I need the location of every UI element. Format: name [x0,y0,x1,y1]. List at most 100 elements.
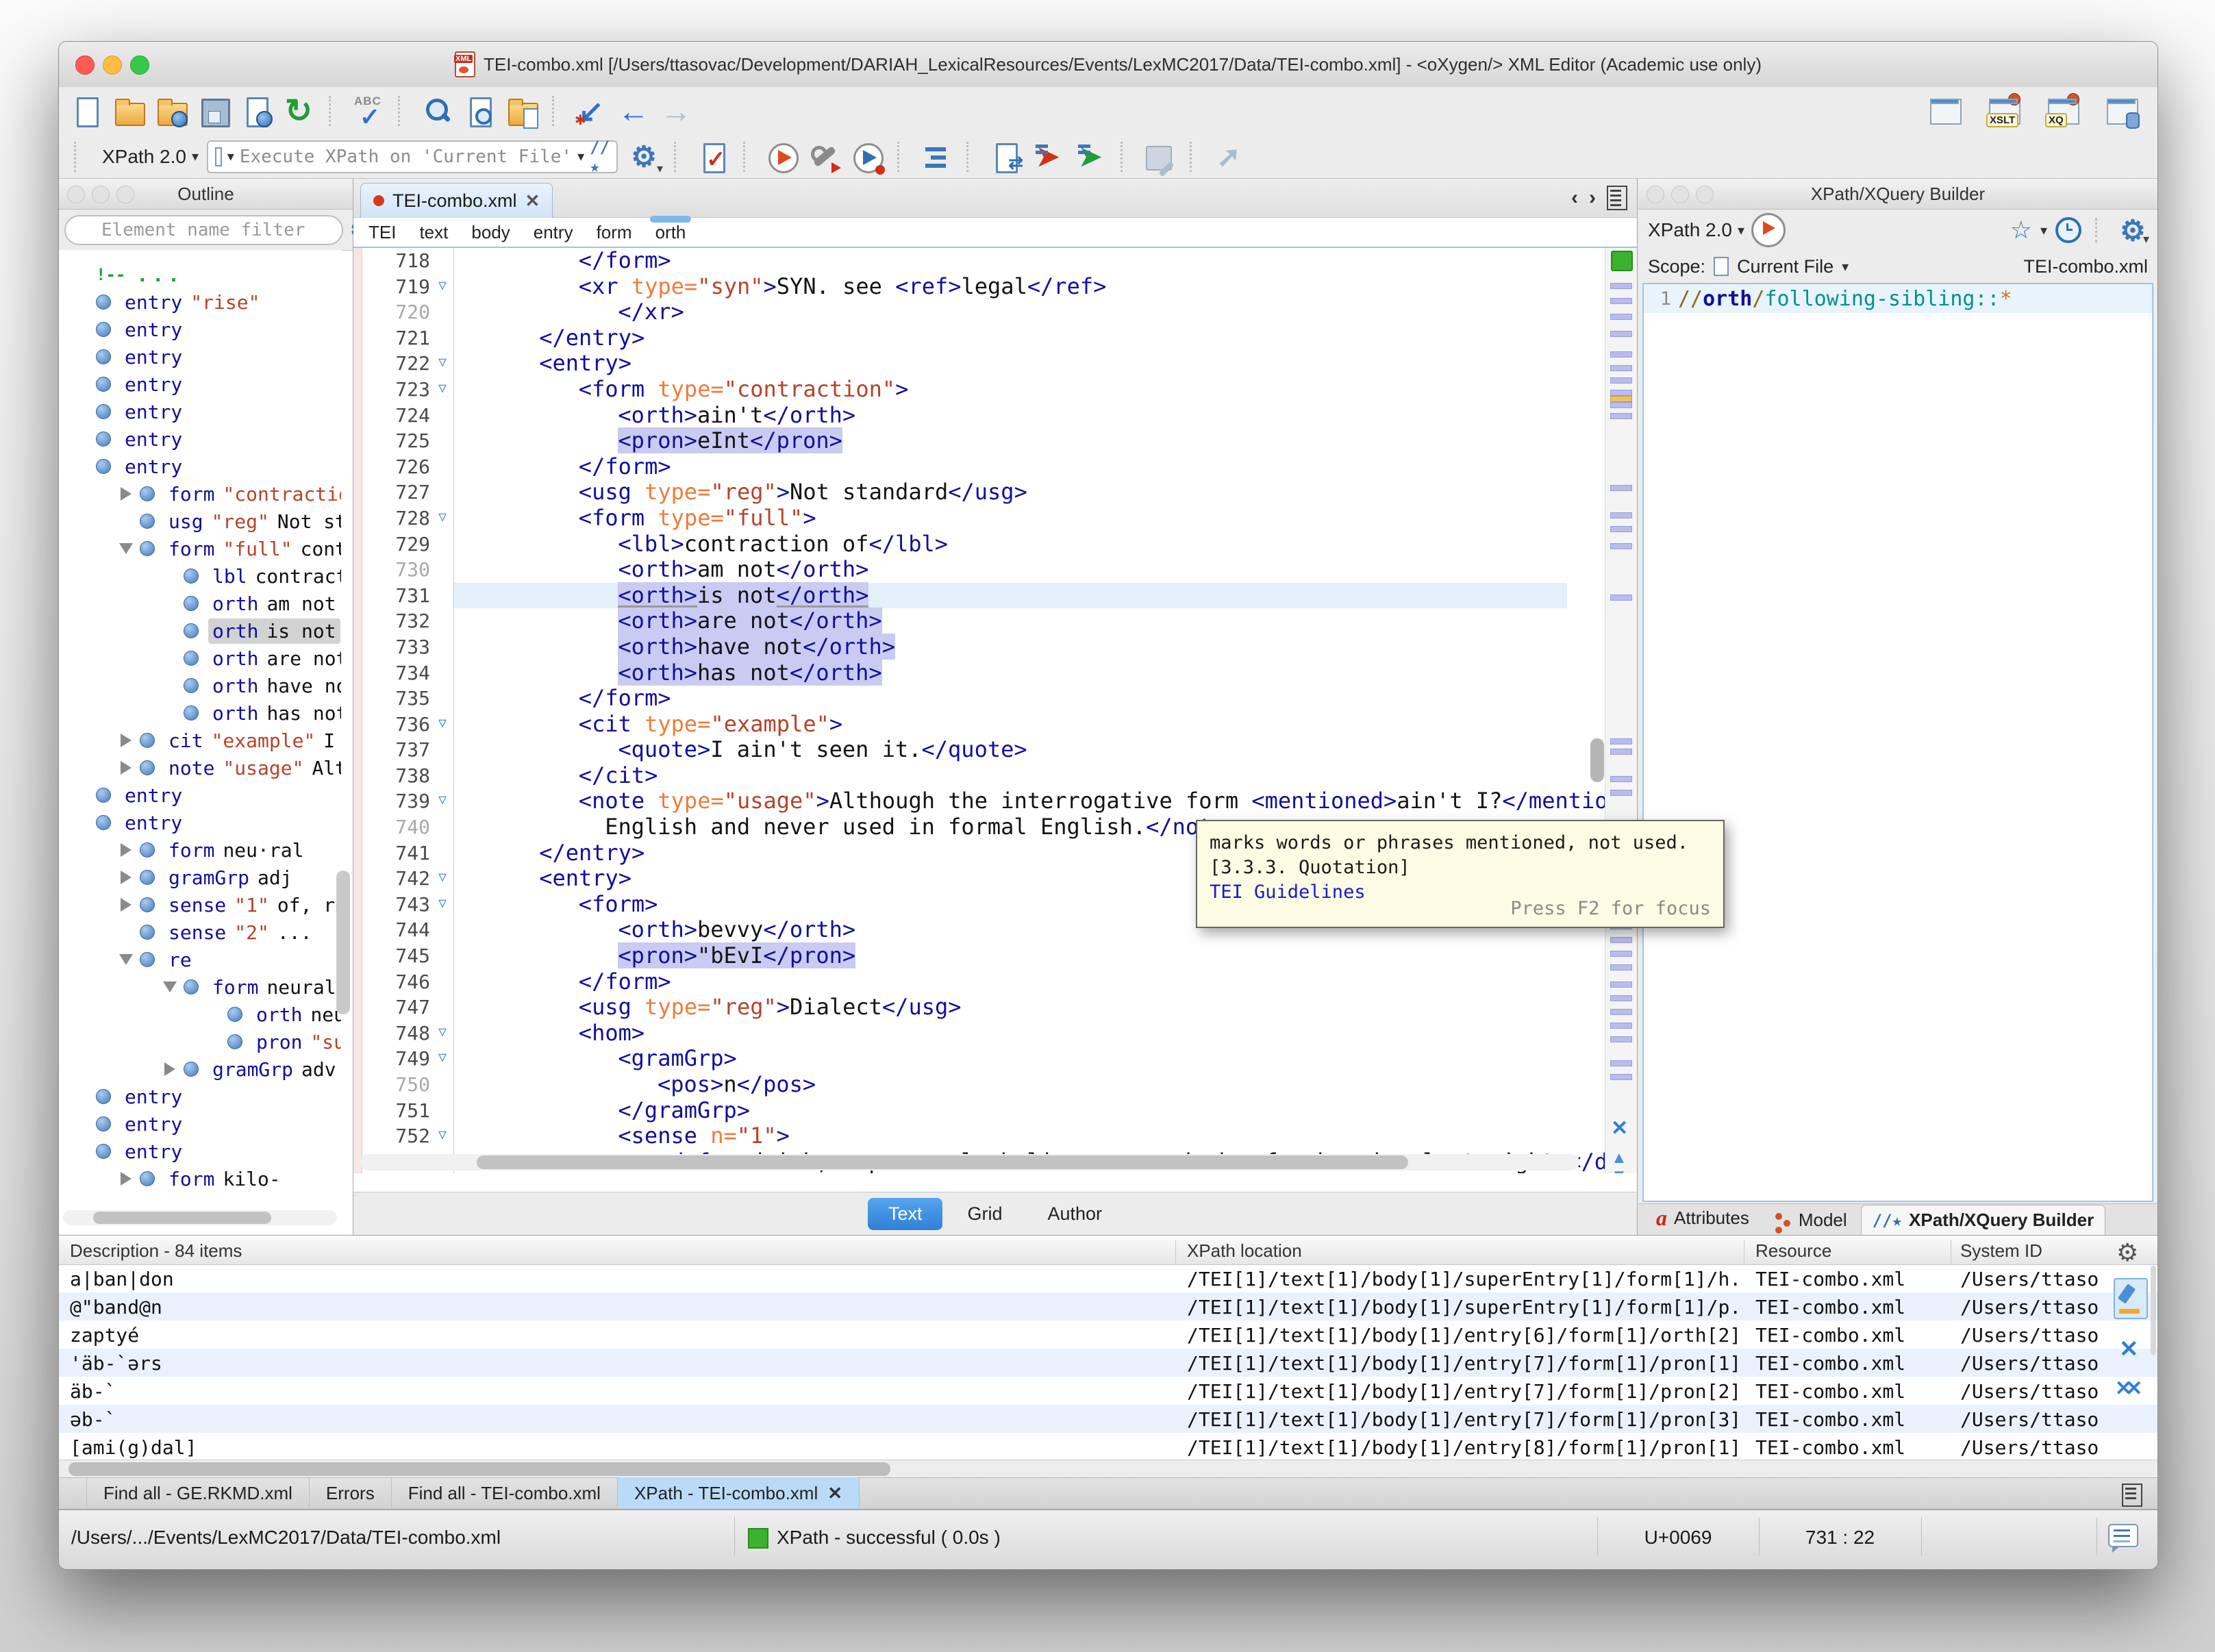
outline-row-form[interactable]: formneurally [59,973,341,1001]
previous-editor-icon[interactable]: ‹ [1571,186,1578,210]
expand-arrow-icon[interactable] [156,981,184,992]
result-marker[interactable] [1610,1009,1632,1015]
expand-arrow-icon[interactable] [112,843,140,857]
result-marker[interactable] [1610,526,1632,532]
configure-transformation-icon[interactable] [807,139,842,175]
result-marker[interactable] [1610,595,1632,601]
find-resource-icon[interactable] [504,93,540,129]
code-line[interactable]: 738</cit> [353,763,1567,789]
outline-row-form[interactable]: formkilo- [59,1165,341,1192]
xpath-expression-combo[interactable]: ▾ Execute XPath on 'Current File' ▾ //★ [207,140,618,173]
validation-ok-icon[interactable] [1611,251,1633,271]
breadcrumb-item-entry[interactable]: entry [534,222,573,243]
expand-arrow-icon[interactable] [112,871,140,884]
expand-arrow-icon[interactable] [112,487,140,501]
debug-transformation-icon[interactable] [849,139,885,175]
result-row[interactable]: 'äb-`ərs/TEI[1]/text[1]/body[1]/entry[7]… [59,1349,2157,1377]
outline-row-entry[interactable]: entry [59,398,341,425]
outline-row-sense[interactable]: sense"2"... [59,918,341,946]
outline-row-orth[interactable]: orthis not [59,617,341,644]
results-vertical-scrollbar[interactable] [2151,1266,2156,1355]
outline-row-entry[interactable]: entry [59,371,341,398]
expand-arrow-icon[interactable] [112,954,140,965]
results-horizontal-scrollbar[interactable] [59,1460,2157,1478]
outline-row-re[interactable]: re [59,946,341,973]
open-folder-icon[interactable] [111,93,147,129]
result-marker[interactable] [1610,512,1632,518]
close-tab-icon[interactable]: ✕ [827,1483,842,1504]
outline-row-entry[interactable]: entry [59,1110,341,1138]
outline-row-orth[interactable]: orthneural [59,1001,341,1028]
outline-row-orth[interactable]: orthhas not [59,699,341,727]
outline-row-entry[interactable]: entry [59,1138,341,1165]
fold-toggle-icon[interactable]: ▽ [433,710,452,736]
outline-row-entry[interactable]: entry [59,1083,341,1110]
result-marker[interactable] [1610,776,1632,782]
result-row[interactable]: [ami(g)dal]/TEI[1]/text[1]/body[1]/entry… [59,1433,2157,1460]
code-line[interactable]: 750<pos>n</pos> [353,1072,1567,1098]
scope-value[interactable]: Current File [1737,256,1834,277]
bottom-tab-xpath-tei-combo-xml[interactable]: XPath - TEI-combo.xml✕ [618,1477,860,1510]
new-document-icon[interactable] [68,93,104,129]
code-line[interactable]: 739▽<note type="usage">Although the inte… [353,788,1567,814]
outline-row-usg[interactable]: usg"reg"Not standard [59,508,341,535]
builder-settings-gear-icon[interactable]: ⚙ [2118,215,2148,245]
result-marker[interactable] [1610,995,1632,1001]
code-line[interactable]: 735</form> [353,686,1567,712]
outline-row-entry[interactable]: entry [59,343,341,371]
result-marker[interactable] [1610,790,1632,796]
result-marker[interactable] [1610,749,1632,755]
breadcrumb-item-body[interactable]: body [471,222,510,243]
code-line[interactable]: 731<orth>is not</orth> [353,583,1567,609]
overview-ruler[interactable]: ✕ ▲▼ [1605,248,1637,1173]
views-list-icon[interactable] [2122,1484,2142,1507]
chevron-down-icon[interactable]: ▾ [2040,222,2047,239]
code-line[interactable]: 737<quote>I ain't seen it.</quote> [353,737,1567,763]
highlight-results-icon[interactable] [2114,1278,2148,1319]
code-line[interactable]: 726</form> [353,454,1567,480]
bottom-tab-find-all-ge-rkmd-xml[interactable]: Find all - GE.RKMD.xml [86,1477,310,1510]
result-row[interactable]: @"band@n/TEI[1]/text[1]/body[1]/superEnt… [59,1292,2157,1321]
code-line[interactable]: 728▽<form type="full"> [353,505,1567,531]
ruler-navigation-icons[interactable]: ▲▼ [1611,1149,1627,1173]
promote-red-icon[interactable]: ➤ [1030,139,1066,175]
code-line[interactable]: 733<orth>have not</orth> [353,634,1567,660]
outline-comment-row[interactable]: !--... [59,261,341,288]
outline-row-gramGrp[interactable]: gramGrpadv [59,1055,341,1083]
code-line[interactable]: 746</form> [353,969,1567,995]
result-marker[interactable] [1610,413,1632,419]
fold-toggle-icon[interactable]: ▽ [433,1122,452,1148]
chevron-down-icon[interactable]: ▾ [1842,258,1849,275]
find-in-files-icon[interactable] [462,93,497,129]
book-edit-icon[interactable] [1142,139,1177,175]
promote-green-icon[interactable]: ➤ [1073,139,1108,175]
result-marker[interactable] [1610,351,1632,358]
expand-arrow-icon[interactable] [156,1062,184,1076]
fold-toggle-icon[interactable]: ▽ [433,273,452,299]
outline-horizontal-scrollbar[interactable] [63,1210,337,1225]
execute-xpath-button[interactable] [1751,213,1786,247]
code-line[interactable]: 719▽<xr type="syn">SYN. see <ref>legal</… [353,274,1567,300]
code-line[interactable]: 720</xr> [353,299,1567,325]
code-line[interactable]: 752▽<sense n="1"> [353,1123,1567,1149]
result-marker[interactable] [1610,377,1632,384]
code-line[interactable]: 751</gramGrp> [353,1098,1567,1124]
fold-toggle-icon[interactable]: ▽ [433,864,452,890]
code-line[interactable]: 747<usg type="reg">Dialect</usg> [353,994,1567,1021]
result-marker[interactable] [1610,331,1632,337]
outline-row-orth[interactable]: orthare not [59,644,341,672]
code-line[interactable]: 724<orth>ain't</orth> [353,403,1567,429]
result-marker[interactable] [1610,365,1632,371]
expand-arrow-icon[interactable] [112,543,140,554]
result-marker[interactable] [1610,485,1632,491]
code-line[interactable]: 721</entry> [353,325,1567,351]
reload-icon[interactable]: ↻ [281,93,316,129]
fold-toggle-icon[interactable]: ▽ [433,504,452,530]
clear-highlights-icon[interactable]: ✕ [1611,1116,1628,1140]
outline-row-orth[interactable]: orthhave not [59,672,341,699]
expression-line[interactable]: 1 //orth/following-sibling::* [1644,284,2152,313]
breadcrumb-item-TEI[interactable]: TEI [368,222,396,243]
compare-arrow-icon[interactable]: ➚ [1211,139,1247,175]
code-line[interactable]: 718</form> [353,248,1567,274]
remove-all-results-icon[interactable]: ✕✕ [2115,1377,2136,1401]
